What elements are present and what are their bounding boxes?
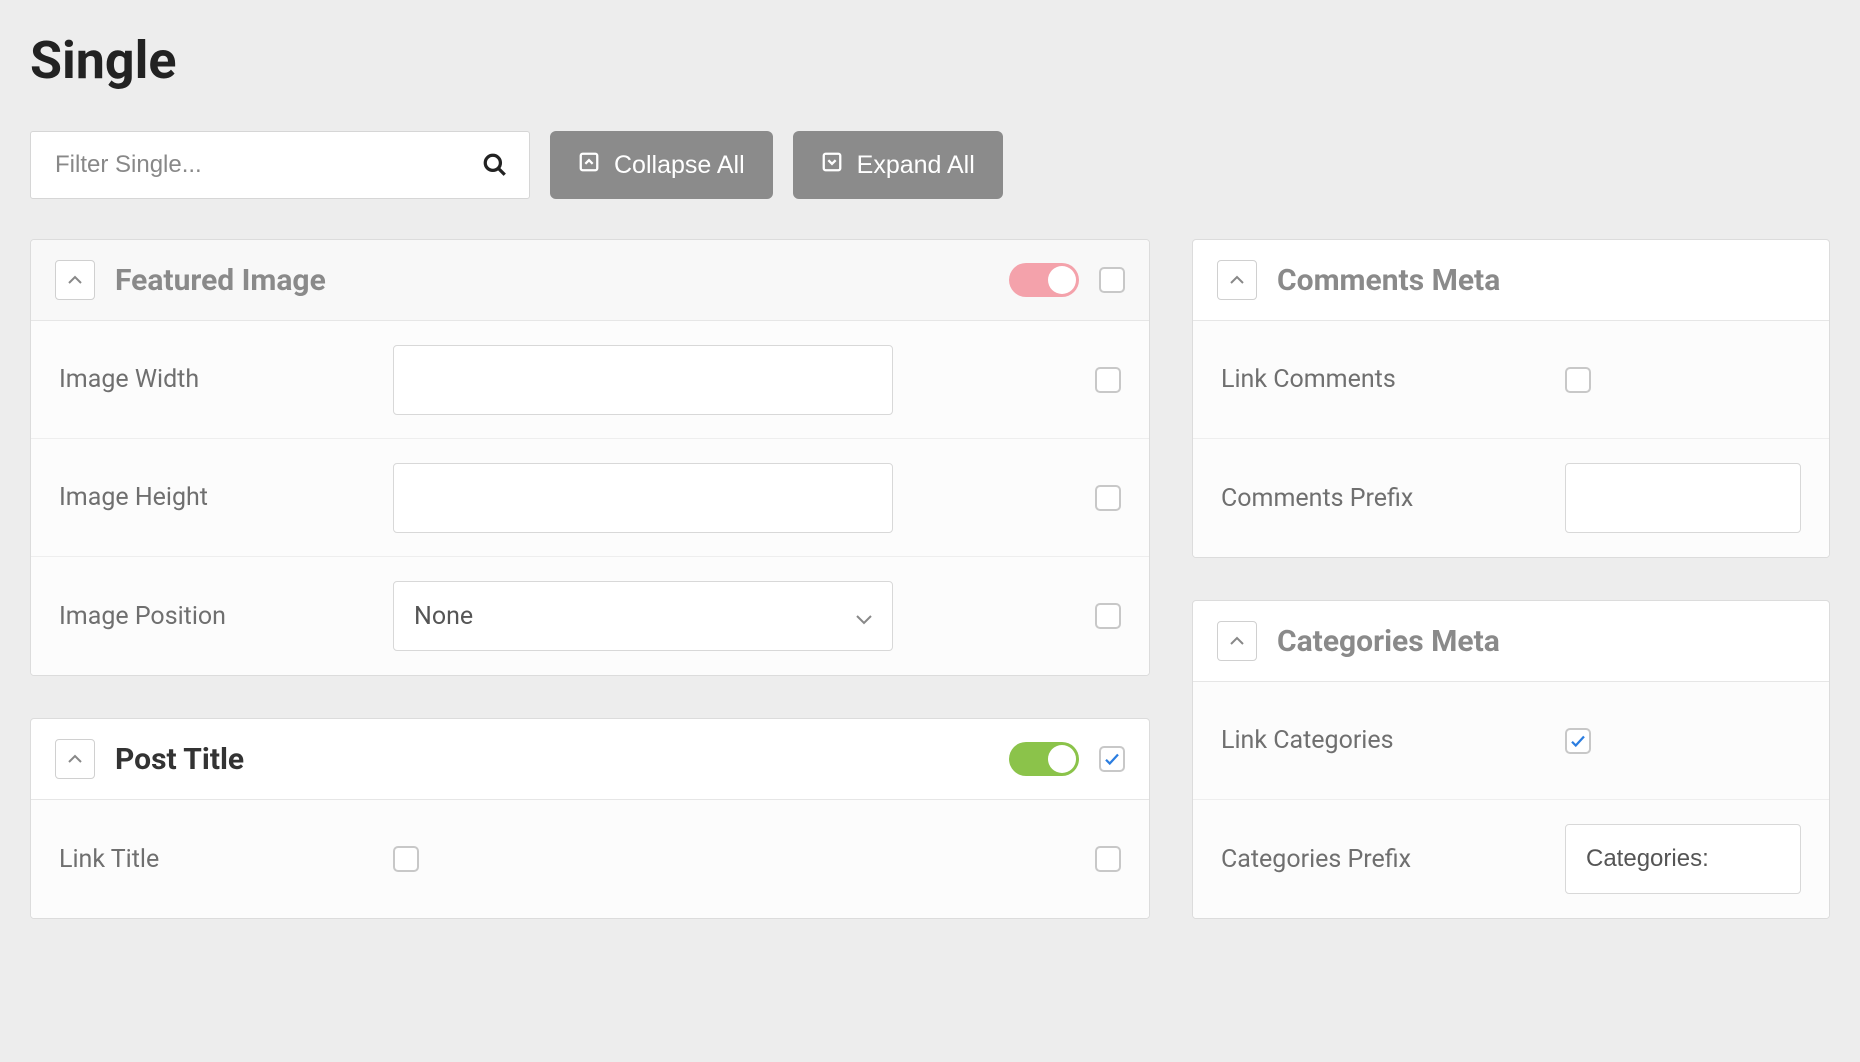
chevron-up-icon <box>1230 636 1244 646</box>
row-categories-prefix: Categories Prefix <box>1193 800 1829 918</box>
collapse-all-button[interactable]: Collapse All <box>550 131 773 199</box>
page-title: Single <box>30 30 1830 91</box>
panel-categories-meta: Categories Meta Link Categories Categori… <box>1192 600 1830 919</box>
chevron-down-icon <box>855 610 873 622</box>
panel-header-controls <box>1009 263 1125 297</box>
checkbox-image-width[interactable] <box>1095 367 1121 393</box>
collapse-icon <box>578 151 600 180</box>
input-categories-prefix[interactable] <box>1565 824 1801 894</box>
select-image-position-value: None <box>414 602 473 631</box>
label-link-categories: Link Categories <box>1221 726 1541 755</box>
chevron-up-icon <box>1230 275 1244 285</box>
panel-comments-meta: Comments Meta Link Comments Comments Pre… <box>1192 239 1830 558</box>
collapse-all-label: Collapse All <box>614 151 745 180</box>
collapse-toggle-featured-image[interactable] <box>55 260 95 300</box>
label-link-title: Link Title <box>59 845 369 874</box>
checkbox-link-comments[interactable] <box>1565 367 1591 393</box>
checkbox-link-categories[interactable] <box>1565 728 1591 754</box>
checkbox-link-title-tail[interactable] <box>1095 846 1121 872</box>
chevron-up-icon <box>68 275 82 285</box>
toggle-knob <box>1048 266 1076 294</box>
row-image-width: Image Width <box>31 321 1149 439</box>
checkbox-image-height[interactable] <box>1095 485 1121 511</box>
panel-title-post-title: Post Title <box>115 742 989 777</box>
input-comments-prefix[interactable] <box>1565 463 1801 533</box>
label-categories-prefix: Categories Prefix <box>1221 845 1541 874</box>
input-image-width[interactable] <box>393 345 893 415</box>
search-icon <box>482 152 508 178</box>
row-comments-prefix: Comments Prefix <box>1193 439 1829 557</box>
chevron-up-icon <box>68 754 82 764</box>
label-image-height: Image Height <box>59 483 369 512</box>
label-image-position: Image Position <box>59 602 369 631</box>
label-comments-prefix: Comments Prefix <box>1221 484 1541 513</box>
collapse-toggle-comments-meta[interactable] <box>1217 260 1257 300</box>
row-link-categories: Link Categories <box>1193 682 1829 800</box>
toolbar: Collapse All Expand All <box>30 131 1830 199</box>
toggle-featured-image[interactable] <box>1009 263 1079 297</box>
select-image-position-wrap: None <box>393 581 893 651</box>
collapse-toggle-categories-meta[interactable] <box>1217 621 1257 661</box>
toggle-post-title[interactable] <box>1009 742 1079 776</box>
filter-input[interactable] <box>30 131 530 199</box>
checkbox-post-title-header[interactable] <box>1099 746 1125 772</box>
expand-all-label: Expand All <box>857 151 975 180</box>
toggle-knob <box>1048 745 1076 773</box>
row-image-height: Image Height <box>31 439 1149 557</box>
panel-header-categories-meta: Categories Meta <box>1193 601 1829 682</box>
collapse-toggle-post-title[interactable] <box>55 739 95 779</box>
row-image-position: Image Position None <box>31 557 1149 675</box>
row-link-title: Link Title <box>31 800 1149 918</box>
checkbox-image-position[interactable] <box>1095 603 1121 629</box>
row-link-comments: Link Comments <box>1193 321 1829 439</box>
panel-header-post-title: Post Title <box>31 719 1149 800</box>
checkbox-featured-image-header[interactable] <box>1099 267 1125 293</box>
panel-header-comments-meta: Comments Meta <box>1193 240 1829 321</box>
panel-featured-image: Featured Image Image Width <box>30 239 1150 676</box>
expand-all-button[interactable]: Expand All <box>793 131 1003 199</box>
filter-wrap <box>30 131 530 199</box>
select-image-position[interactable]: None <box>393 581 893 651</box>
checkbox-link-title[interactable] <box>393 846 419 872</box>
panel-header-controls <box>1009 742 1125 776</box>
input-image-height[interactable] <box>393 463 893 533</box>
label-link-comments: Link Comments <box>1221 365 1541 394</box>
panel-header-featured-image: Featured Image <box>31 240 1149 321</box>
panel-title-comments-meta: Comments Meta <box>1277 263 1805 298</box>
expand-icon <box>821 151 843 180</box>
panel-title-categories-meta: Categories Meta <box>1277 624 1805 659</box>
panel-post-title: Post Title Link Title <box>30 718 1150 919</box>
panel-title-featured-image: Featured Image <box>115 263 989 298</box>
label-image-width: Image Width <box>59 365 369 394</box>
